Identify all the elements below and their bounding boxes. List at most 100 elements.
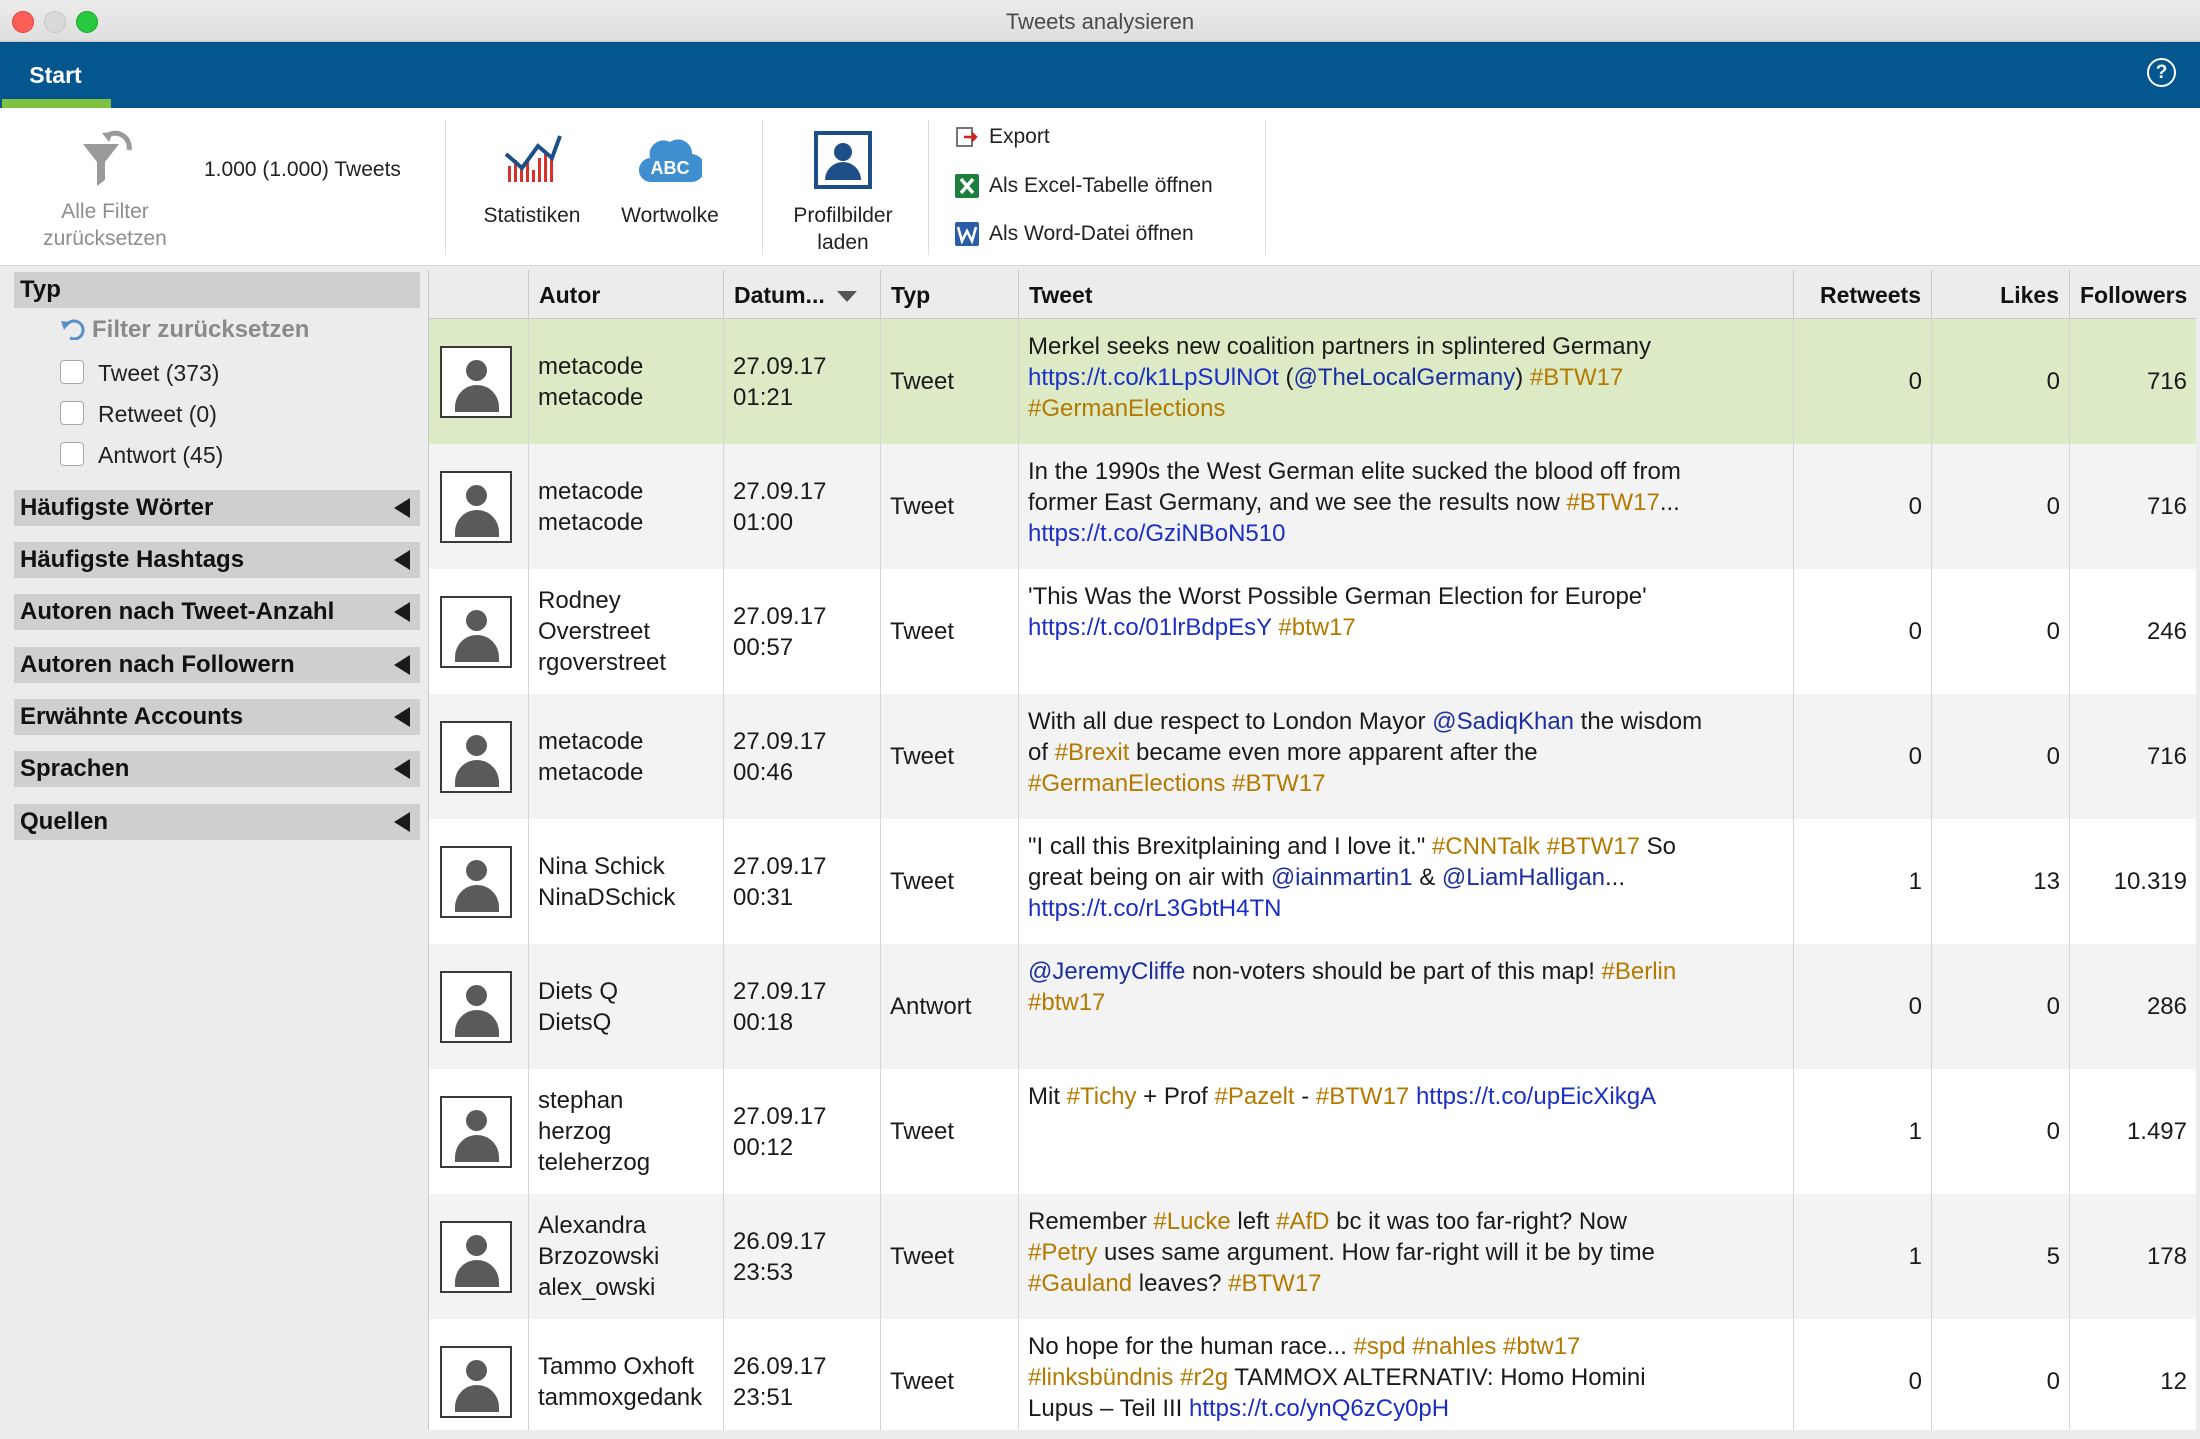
tweet-hashtag[interactable]: #Berlin <box>1602 958 1677 985</box>
table-row[interactable]: metacode metacode 27.09.17 01:21 Tweet Merkel… <box>429 319 2196 445</box>
avatar-icon <box>440 1345 512 1418</box>
section-haeufigste-woerter[interactable]: Häufigste Wörter <box>14 490 420 526</box>
tab-start[interactable]: Start <box>0 42 111 108</box>
tweet-hashtag[interactable]: #Petry <box>1028 1239 1097 1266</box>
tweet-hashtag[interactable]: #BTW17 <box>1228 1270 1321 1297</box>
avatar-icon <box>440 470 512 543</box>
tweet-hashtag[interactable]: #r2g <box>1180 1364 1228 1391</box>
filter-tweet-checkbox[interactable]: Tweet (373) <box>60 358 219 388</box>
column-header-retweets[interactable]: Retweets <box>1794 270 1932 318</box>
help-icon[interactable]: ? <box>2147 58 2176 87</box>
table-row[interactable]: metacode metacode 27.09.17 01:00 Tweet In the… <box>429 444 2196 570</box>
tweet-text: left <box>1230 1208 1277 1235</box>
column-header-followers[interactable]: Followers <box>2070 270 2196 318</box>
table-row[interactable]: Rodney Overstreet rgoverstreet 27.09.17 00:5… <box>429 569 2196 695</box>
reset-all-filters-button[interactable]: Alle Filter zurücksetzen <box>20 130 190 252</box>
tweet-hashtag[interactable]: #nahles <box>1412 1333 1496 1360</box>
statistics-button[interactable]: Statistiken <box>470 132 594 229</box>
column-header-datum[interactable]: Datum... <box>724 270 881 318</box>
author-cell-line: stephan <box>538 1087 624 1114</box>
wordcloud-button[interactable]: ABC Wortwolke <box>605 132 735 229</box>
avatar-cell <box>429 944 529 1069</box>
section-sprachen[interactable]: Sprachen <box>14 751 420 787</box>
tweet-mention[interactable]: @JeremyCliffe <box>1028 958 1185 985</box>
table-row[interactable]: Tammo Oxhoft tammoxgedank 26.09.17 23:51 Twe… <box>429 1319 2196 1430</box>
likes-cell: 0 <box>1932 319 2070 444</box>
section-autoren-tweet-anzahl[interactable]: Autoren nach Tweet-Anzahl <box>14 594 420 630</box>
tweet-mention[interactable]: @TheLocalGermany <box>1293 364 1515 391</box>
column-header-typ[interactable]: Typ <box>881 270 1019 318</box>
tweet-hashtag[interactable]: #BTW17 <box>1530 364 1623 391</box>
open-word-button[interactable]: Als Word-Datei öffnen <box>955 219 1194 249</box>
tweet-hashtag[interactable]: #btw17 <box>1278 614 1355 641</box>
column-header-avatar[interactable] <box>429 270 529 318</box>
tweet-hashtag[interactable]: #btw17 <box>1503 1333 1580 1360</box>
profile-picture-icon <box>814 131 872 189</box>
ribbon-bar: Start ? <box>0 42 2200 108</box>
load-profile-pictures-button[interactable]: Profilbilder laden <box>780 130 906 256</box>
date-cell-line: 26.09.17 <box>733 1227 827 1255</box>
checkbox[interactable] <box>60 401 84 425</box>
filter-antwort-checkbox[interactable]: Antwort (45) <box>60 440 223 470</box>
tweet-mention[interactable]: @SadiqKhan <box>1432 708 1574 735</box>
filter-retweet-checkbox[interactable]: Retweet (0) <box>60 399 217 429</box>
section-label: Autoren nach Tweet-Anzahl <box>20 598 335 625</box>
tweet-text: Mit <box>1028 1083 1067 1110</box>
reset-filter-link[interactable]: Filter zurücksetzen <box>60 316 309 344</box>
column-header-autor[interactable]: Autor <box>529 270 724 318</box>
tweet-hashtag[interactable]: #BTW17 <box>1547 833 1640 860</box>
column-header-tweet[interactable]: Tweet <box>1019 270 1794 318</box>
tweet-link[interactable]: https://t.co/upEicXikgA <box>1416 1083 1656 1110</box>
tweet-hashtag[interactable]: #GermanElections <box>1028 770 1225 797</box>
table-row[interactable]: Alexandra Brzozowski alex_owski 26.09.17 23:… <box>429 1194 2196 1320</box>
tweet-link[interactable]: https://t.co/01lrBdpEsY <box>1028 614 1272 641</box>
wordcloud-icon: ABC <box>639 139 702 183</box>
tweet-hashtag[interactable]: #Gauland <box>1028 1270 1132 1297</box>
tweet-link[interactable]: https://t.co/GziNBoN510 <box>1028 520 1285 547</box>
tweet-line: #Petry uses same argument. How far-right… <box>1028 1237 1655 1268</box>
table-row[interactable]: Diets Q DietsQ 27.09.17 00:18 Antwort @Jeremy… <box>429 944 2196 1070</box>
retweets-cell: 0 <box>1794 319 1932 444</box>
avatar-icon <box>440 970 512 1043</box>
section-quellen[interactable]: Quellen <box>14 804 420 840</box>
author-cell-line: Tammo Oxhoft <box>538 1352 695 1380</box>
tweet-hashtag[interactable]: #Lucke <box>1153 1208 1230 1235</box>
tweet-mention[interactable]: @LiamHalligan <box>1442 864 1605 891</box>
section-autoren-followern[interactable]: Autoren nach Followern <box>14 647 420 683</box>
word-label: Als Word-Datei öffnen <box>989 222 1194 245</box>
tweet-hashtag[interactable]: #linksbündnis <box>1028 1364 1173 1391</box>
section-typ[interactable]: Typ <box>14 272 420 308</box>
export-button[interactable]: Export <box>955 122 1050 152</box>
retweets-cell: 0 <box>1794 1319 1932 1430</box>
author-cell-line: Overstreet <box>538 618 651 645</box>
toolbar: Alle Filter zurücksetzen 1.000 (1.000) T… <box>0 108 2200 266</box>
tweet-mention[interactable]: @iainmartin1 <box>1271 864 1413 891</box>
checkbox[interactable] <box>60 442 84 466</box>
type-cell: Tweet <box>881 569 1019 694</box>
tweet-hashtag[interactable]: #Brexit <box>1055 739 1130 766</box>
tweet-hashtag[interactable]: #spd <box>1354 1333 1406 1360</box>
tweet-text: non-voters should be part of this map! <box>1185 958 1602 985</box>
tweet-link[interactable]: https://t.co/k1LpSUlNOt <box>1028 364 1279 391</box>
tweet-hashtag[interactable]: #BTW17 <box>1316 1083 1409 1110</box>
open-excel-button[interactable]: Als Excel-Tabelle öffnen <box>955 171 1213 201</box>
column-header-likes[interactable]: Likes <box>1932 270 2070 318</box>
tweet-hashtag[interactable]: #AfD <box>1276 1208 1329 1235</box>
tweet-hashtag[interactable]: #BTW17 <box>1232 770 1325 797</box>
tweet-link[interactable]: https://t.co/rL3GbtH4TN <box>1028 895 1281 922</box>
tweet-text: No hope for the human race... <box>1028 1333 1354 1360</box>
tweet-link[interactable]: https://t.co/ynQ6zCy0pH <box>1189 1395 1449 1422</box>
section-haeufigste-hashtags[interactable]: Häufigste Hashtags <box>14 542 420 578</box>
tweet-text: TAMMOX ALTERNATIV: Homo Homini <box>1228 1364 1646 1391</box>
table-row[interactable]: stephan herzog teleherzog 27.09.17 00:12 Twee… <box>429 1069 2196 1195</box>
checkbox[interactable] <box>60 360 84 384</box>
table-row[interactable]: Nina Schick NinaDSchick 27.09.17 00:31 Tweet… <box>429 819 2196 945</box>
section-erwaehnte-accounts[interactable]: Erwähnte Accounts <box>14 699 420 735</box>
tweet-hashtag[interactable]: #GermanElections <box>1028 395 1225 422</box>
tweet-hashtag[interactable]: #BTW17 <box>1566 489 1659 516</box>
tweet-hashtag[interactable]: #btw17 <box>1028 989 1105 1016</box>
tweet-hashtag[interactable]: #Tichy <box>1067 1083 1137 1110</box>
table-row[interactable]: metacode metacode 27.09.17 00:46 Tweet With a… <box>429 694 2196 820</box>
tweet-hashtag[interactable]: #Pazelt <box>1215 1083 1295 1110</box>
tweet-hashtag[interactable]: #CNNTalk <box>1432 833 1540 860</box>
